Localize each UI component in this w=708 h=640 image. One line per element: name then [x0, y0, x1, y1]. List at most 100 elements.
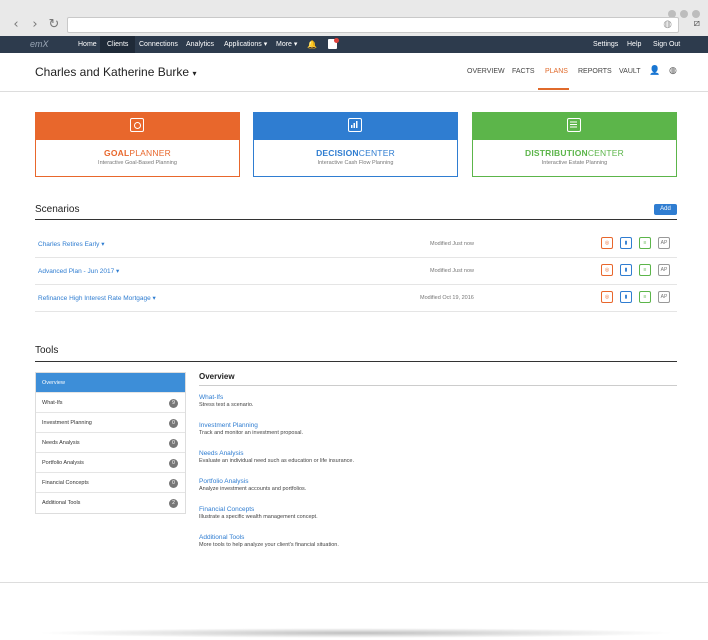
overview-item: Investment Planning Track and monitor an… [199, 422, 303, 436]
distribution-center-icon[interactable]: ≡ [639, 264, 651, 276]
tool-item-label: Overview [42, 380, 65, 386]
reload-icon[interactable]: ↻ [46, 17, 62, 33]
bar-chart-icon [347, 118, 362, 132]
window-dot[interactable] [692, 10, 700, 18]
nav-applications[interactable]: Applications ▾ [224, 36, 267, 53]
overview-item: What-Ifs Stress test a scenario. [199, 394, 253, 408]
window-shadow [35, 628, 677, 638]
card-subtitle: Interactive Estate Planning [541, 160, 608, 166]
bell-icon[interactable]: 🔔 [307, 36, 317, 53]
tools-menu-item-portfolio-analysis[interactable]: Portfolio Analysis 0 [36, 453, 185, 473]
address-bar[interactable]: ◍ [67, 17, 679, 33]
scenario-modified: Modified Oct 19, 2016 [420, 295, 474, 301]
card-title: DISTRIBUTIONCENTER [473, 148, 676, 158]
tools-menu-item-needs-analysis[interactable]: Needs Analysis 0 [36, 433, 185, 453]
client-name-dropdown[interactable]: Charles and Katherine Burke ▾ [35, 65, 196, 79]
forward-icon[interactable]: › [27, 17, 43, 33]
tool-item-label: Needs Analysis [42, 440, 80, 446]
overview-link-needs-analysis[interactable]: Needs Analysis [199, 450, 354, 457]
tool-item-label: Financial Concepts [42, 480, 89, 486]
window-dot[interactable] [680, 10, 688, 18]
globe-icon: ◍ [663, 19, 672, 30]
user-icon[interactable]: 👤 [649, 66, 660, 76]
overview-item: Portfolio Analysis Analyze investment ac… [199, 478, 306, 492]
tool-item-label: What-Ifs [42, 400, 63, 406]
goal-planner-icon[interactable]: ◎ [601, 264, 613, 276]
list-icon [566, 118, 581, 132]
goal-planner-icon[interactable]: ◎ [601, 291, 613, 303]
extension-icon[interactable]: ⧄ [694, 18, 700, 29]
overview-link-additional-tools[interactable]: Additional Tools [199, 534, 339, 541]
overview-link-portfolio-analysis[interactable]: Portfolio Analysis [199, 478, 306, 485]
client-header: Charles and Katherine Burke ▾ OVERVIEW F… [0, 53, 708, 92]
tool-item-label: Investment Planning [42, 420, 92, 426]
tools-menu-item-what-ifs[interactable]: What-Ifs 9 [36, 393, 185, 413]
overview-link-investment-planning[interactable]: Investment Planning [199, 422, 303, 429]
nav-analytics[interactable]: Analytics [186, 36, 214, 53]
card-subtitle: Interactive Goal-Based Planning [98, 160, 177, 166]
scenario-name-dropdown[interactable]: Refinance High Interest Rate Mortgage ▾ [38, 294, 156, 302]
overview-divider [199, 385, 677, 386]
decision-center-card[interactable]: DECISIONCENTER Interactive Cash Flow Pla… [253, 112, 458, 177]
overview-desc: More tools to help analyze your client's… [199, 542, 339, 548]
tools-menu: Overview What-Ifs 9 Investment Planning 0 … [35, 372, 186, 514]
tools-divider [35, 361, 677, 362]
count-badge: 0 [169, 459, 178, 468]
nav-help[interactable]: Help [627, 36, 641, 53]
ap-icon[interactable]: AP [658, 291, 670, 303]
tools-menu-item-financial-concepts[interactable]: Financial Concepts 0 [36, 473, 185, 493]
chevron-down-icon: ▾ [192, 69, 197, 78]
scenario-row: Refinance High Interest Rate Mortgage ▾ … [35, 284, 677, 312]
tab-plans[interactable]: PLANS [545, 68, 568, 75]
tool-item-label: Additional Tools [42, 500, 81, 506]
tab-vault[interactable]: VAULT [619, 68, 641, 75]
count-badge: 0 [169, 419, 178, 428]
scenario-modified: Modified Just now [430, 268, 475, 274]
card-title-bold: DISTRIBUTION [525, 148, 588, 158]
nav-clients[interactable]: Clients [100, 36, 136, 53]
active-tab-indicator [538, 88, 569, 90]
browser-chrome: ‹ › ↻ ◍ ⧄ [0, 0, 708, 37]
card-title-bold: DECISION [316, 148, 359, 158]
nav-home[interactable]: Home [78, 36, 97, 53]
overview-desc: Analyze investment accounts and portfoli… [199, 486, 307, 492]
count-badge: 0 [169, 479, 178, 488]
tab-facts[interactable]: FACTS [512, 68, 535, 75]
client-name: Charles and Katherine Burke [35, 65, 190, 79]
overview-link-what-ifs[interactable]: What-Ifs [199, 394, 253, 401]
tab-overview[interactable]: OVERVIEW [467, 68, 505, 75]
overview-heading: Overview [199, 372, 235, 381]
scenario-row: Charles Retires Early ▾ Modified Just no… [35, 230, 677, 258]
app-navbar: emX Home Clients Connections Analytics A… [0, 36, 708, 53]
tools-menu-item-additional-tools[interactable]: Additional Tools 2 [36, 493, 185, 513]
distribution-center-icon[interactable]: ≡ [639, 291, 651, 303]
scenario-name-dropdown[interactable]: Advanced Plan - Jun 2017 ▾ [38, 267, 119, 275]
decision-center-icon[interactable]: ▮ [620, 291, 632, 303]
goal-planner-icon[interactable]: ◎ [601, 237, 613, 249]
nav-more[interactable]: More ▾ [276, 36, 297, 53]
nav-connections[interactable]: Connections [139, 36, 178, 53]
nav-settings[interactable]: Settings [593, 36, 618, 53]
globe-icon[interactable]: ◍ [669, 66, 677, 76]
card-subtitle: Interactive Cash Flow Planning [317, 160, 394, 166]
goal-planner-card[interactable]: GOALPLANNER Interactive Goal-Based Plann… [35, 112, 240, 177]
overview-link-financial-concepts[interactable]: Financial Concepts [199, 506, 318, 513]
ap-icon[interactable]: AP [658, 237, 670, 249]
nav-sign-out[interactable]: Sign Out [653, 36, 680, 53]
decision-center-icon[interactable]: ▮ [620, 264, 632, 276]
tools-menu-item-investment-planning[interactable]: Investment Planning 0 [36, 413, 185, 433]
overview-item: Financial Concepts Illustrate a specific… [199, 506, 318, 520]
scenario-name-dropdown[interactable]: Charles Retires Early ▾ [38, 240, 104, 248]
tab-reports[interactable]: REPORTS [578, 68, 612, 75]
count-badge: 2 [169, 499, 178, 508]
card-title-light: PLANNER [129, 148, 171, 158]
card-title: GOALPLANNER [36, 148, 239, 158]
distribution-center-card[interactable]: DISTRIBUTIONCENTER Interactive Estate Pl… [472, 112, 677, 177]
footer-divider [0, 582, 708, 583]
distribution-center-icon[interactable]: ≡ [639, 237, 651, 249]
tools-menu-item-overview[interactable]: Overview [36, 373, 185, 393]
decision-center-icon[interactable]: ▮ [620, 237, 632, 249]
add-scenario-button[interactable]: Add [654, 204, 677, 215]
ap-icon[interactable]: AP [658, 264, 670, 276]
back-icon[interactable]: ‹ [8, 17, 24, 33]
